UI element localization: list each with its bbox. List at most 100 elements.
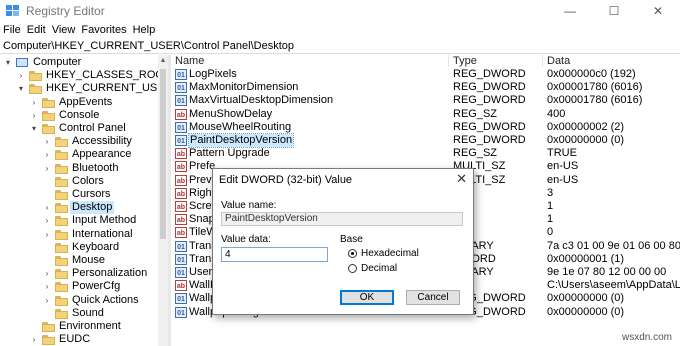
value-row[interactable]: ab MenuShowDelay REG_SZ 400 xyxy=(171,108,680,121)
hexadecimal-label[interactable]: Hexadecimal xyxy=(361,248,419,259)
tree-item[interactable]: ▾ Control Panel xyxy=(0,122,158,135)
expand-chevron-icon[interactable]: › xyxy=(30,109,38,122)
tree-item[interactable]: › Appearance xyxy=(0,148,158,161)
tree-scrollbar[interactable]: ▲ xyxy=(158,55,168,346)
tree-item[interactable]: › Bluetooth xyxy=(0,162,158,175)
string-value-icon: ab xyxy=(175,214,187,226)
value-data: 0x00000000 (0) xyxy=(547,292,625,305)
tree-item[interactable]: ▾ Computer xyxy=(0,56,158,69)
binary-value-icon: 01 xyxy=(175,240,187,252)
menu-file[interactable]: File xyxy=(0,22,24,36)
menu-favorites[interactable]: Favorites xyxy=(78,22,129,36)
column-data-header[interactable]: Data xyxy=(543,55,680,67)
tree-item[interactable]: › EUDC xyxy=(0,333,158,346)
column-type-header[interactable]: Type xyxy=(449,55,543,67)
tree-item[interactable]: Mouse xyxy=(0,254,158,267)
collapse-chevron-icon[interactable]: ▾ xyxy=(4,56,12,69)
tree-item[interactable]: › Personalization xyxy=(0,267,158,280)
menu-edit[interactable]: Edit xyxy=(24,22,49,36)
value-row[interactable]: ab Pattern Upgrade REG_SZ TRUE xyxy=(171,147,680,160)
expand-chevron-icon[interactable]: › xyxy=(43,148,51,161)
tree-item[interactable]: Cursors xyxy=(0,188,158,201)
close-button[interactable]: ✕ xyxy=(636,0,680,22)
ok-button[interactable]: OK xyxy=(340,290,394,305)
expand-chevron-icon[interactable]: › xyxy=(43,267,51,280)
tree-item-label: Appearance xyxy=(72,148,132,161)
folder-icon xyxy=(42,97,55,108)
tree-item-label: PowerCfg xyxy=(72,280,121,293)
key-tree[interactable]: ▾ Computer › HKEY_CLASSES_ROOT ▾ HKEY_CURRENT… xyxy=(0,55,158,346)
folder-icon xyxy=(29,84,42,95)
tree-item-label: Personalization xyxy=(72,267,148,280)
decimal-radio[interactable] xyxy=(348,264,357,273)
decimal-label[interactable]: Decimal xyxy=(361,263,397,274)
tree-item[interactable]: › Desktop xyxy=(0,201,158,215)
tree-item[interactable]: Keyboard xyxy=(0,241,158,254)
folder-icon xyxy=(55,229,68,240)
tree-item[interactable]: › PowerCfg xyxy=(0,280,158,293)
expand-chevron-icon[interactable]: › xyxy=(43,280,51,293)
collapse-chevron-icon[interactable]: ▾ xyxy=(17,82,25,95)
tree-item[interactable]: Sound xyxy=(0,307,158,320)
string-value-icon: ab xyxy=(175,187,187,199)
folder-icon xyxy=(42,124,55,134)
tree-item[interactable]: › International xyxy=(0,228,158,241)
tree-item-label: HKEY_CURRENT_USER xyxy=(46,82,158,95)
string-value-icon: ab xyxy=(175,108,187,120)
value-data: 0x00000000 (0) xyxy=(547,305,625,318)
value-data: 3 xyxy=(547,186,554,199)
expand-chevron-icon[interactable]: › xyxy=(43,228,51,241)
tree-item[interactable]: › Console xyxy=(0,109,158,122)
value-row[interactable]: 01 LogPixels REG_DWORD 0x000000c0 (192) xyxy=(171,68,680,81)
string-value-icon: ab xyxy=(175,161,187,173)
expand-chevron-icon[interactable]: › xyxy=(43,214,51,227)
tree-item-label: EUDC xyxy=(59,333,91,346)
scroll-thumb[interactable] xyxy=(160,69,166,239)
value-type: REG_DWORD xyxy=(453,120,526,133)
dialog-close-icon[interactable]: ✕ xyxy=(456,171,467,187)
tree-item-label: Computer xyxy=(33,56,82,68)
tree-item[interactable]: › Quick Actions xyxy=(0,294,158,307)
tree-item[interactable]: › Accessibility xyxy=(0,135,158,148)
string-value-icon: ab xyxy=(175,227,187,239)
column-name-header[interactable]: Name xyxy=(171,55,449,67)
cancel-button[interactable]: Cancel xyxy=(406,290,460,305)
tree-item[interactable]: › HKEY_CLASSES_ROOT xyxy=(0,69,158,82)
scroll-up-icon[interactable]: ▲ xyxy=(158,55,168,67)
expand-chevron-icon[interactable]: › xyxy=(43,294,51,307)
expand-chevron-icon[interactable]: › xyxy=(43,162,51,175)
expand-chevron-icon[interactable]: › xyxy=(43,201,51,214)
string-value-icon: ab xyxy=(175,174,187,186)
hexadecimal-radio[interactable] xyxy=(348,249,357,258)
value-row[interactable]: 01 PaintDesktopVersion REG_DWORD 0x00000000… xyxy=(171,133,680,148)
menu-help[interactable]: Help xyxy=(130,22,159,36)
value-row[interactable]: 01 MaxMonitorDimension REG_DWORD 0x00001780… xyxy=(171,81,680,94)
tree-item[interactable]: Environment xyxy=(0,320,158,333)
expand-chevron-icon[interactable]: › xyxy=(30,96,38,109)
address-bar[interactable]: Computer\HKEY_CURRENT_USER\Control Panel… xyxy=(0,39,680,54)
tree-item[interactable]: › AppEvents xyxy=(0,96,158,109)
tree-item-label: Input Method xyxy=(72,214,137,227)
value-row[interactable]: 01 MouseWheelRouting REG_DWORD 0x00000002 (… xyxy=(171,121,680,134)
tree-item[interactable]: Colors xyxy=(0,175,158,188)
expand-chevron-icon[interactable]: › xyxy=(30,333,38,346)
value-data: 0x00000001 (1) xyxy=(547,252,625,265)
value-name-label: Value name: xyxy=(221,200,277,211)
value-name: PaintDesktopVersion xyxy=(187,133,295,148)
tree-item[interactable]: › Input Method xyxy=(0,214,158,227)
value-data-input[interactable]: 4 xyxy=(221,247,328,262)
expand-chevron-icon[interactable]: › xyxy=(17,69,25,82)
value-type: REG_DWORD xyxy=(453,94,526,107)
edit-dword-dialog: Edit DWORD (32-bit) Value ✕ Value name: … xyxy=(212,168,474,315)
value-type: REG_DWORD xyxy=(453,81,526,94)
minimize-button[interactable]: — xyxy=(548,0,592,22)
value-data: C:\Users\aseem\AppData\Local\ xyxy=(547,279,680,292)
value-row[interactable]: 01 MaxVirtualDesktopDimension REG_DWORD 0x0… xyxy=(171,94,680,107)
menu-bar: File Edit View Favorites Help xyxy=(0,22,680,39)
maximize-button[interactable]: ☐ xyxy=(592,0,636,22)
collapse-chevron-icon[interactable]: ▾ xyxy=(30,122,38,135)
menu-view[interactable]: View xyxy=(49,22,79,36)
tree-item-label: HKEY_CLASSES_ROOT xyxy=(46,69,158,82)
tree-item[interactable]: ▾ HKEY_CURRENT_USER xyxy=(0,82,158,95)
expand-chevron-icon[interactable]: › xyxy=(43,135,51,148)
